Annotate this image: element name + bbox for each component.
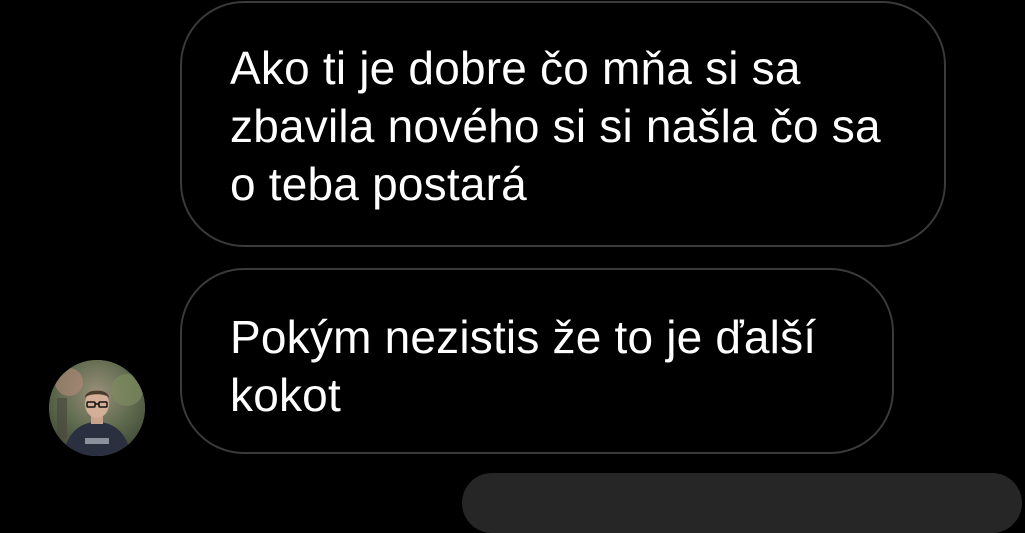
message-bubble-outgoing[interactable] <box>462 473 1022 533</box>
message-bubble-incoming[interactable]: Pokým nezistis že to je ďalší kokot <box>180 268 894 454</box>
avatar-photo-icon <box>49 360 145 456</box>
message-bubble-incoming[interactable]: Ako ti je dobre čo mňa si sa zbavila nov… <box>180 1 946 247</box>
chat-thread: Ako ti je dobre čo mňa si sa zbavila nov… <box>0 0 1025 533</box>
avatar[interactable] <box>49 360 145 456</box>
